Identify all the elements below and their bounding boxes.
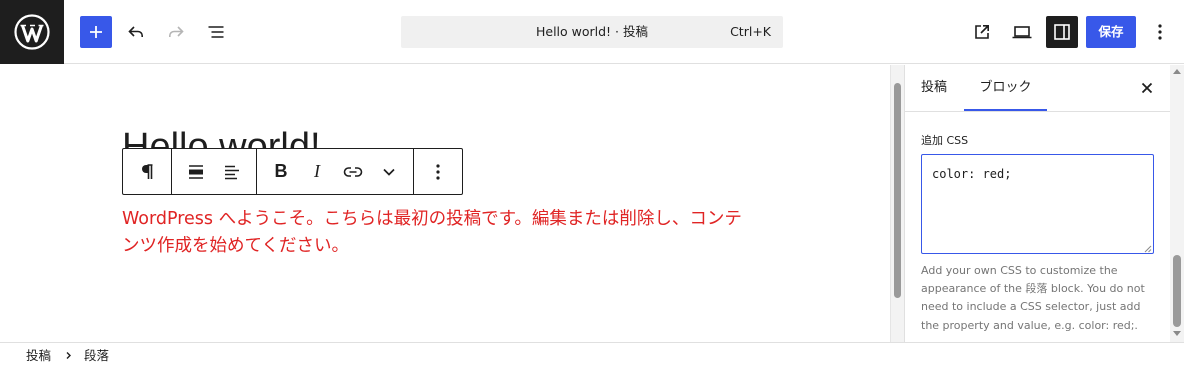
additional-css-input[interactable]: color: red; — [921, 154, 1154, 254]
block-type-group — [123, 149, 172, 194]
block-options-button[interactable] — [420, 149, 456, 194]
close-icon — [1141, 82, 1153, 94]
editor-canvas: Hello world! B I WordPress へようこそ。こちらは最初の… — [0, 65, 890, 342]
view-post-button[interactable] — [966, 16, 998, 48]
redo-icon — [169, 26, 184, 37]
block-options-group — [414, 149, 462, 194]
resize-handle-icon[interactable] — [1143, 244, 1152, 253]
settings-toggle-button[interactable] — [1046, 16, 1078, 48]
align-left-icon[interactable] — [214, 149, 250, 194]
link-icon — [343, 166, 363, 177]
additional-css-label: 追加 CSS — [921, 134, 969, 147]
sidebar-toggle-icon — [1054, 24, 1070, 40]
chevron-down-icon — [383, 168, 395, 176]
add-block-button[interactable] — [80, 16, 112, 48]
save-button[interactable]: 保存 — [1086, 16, 1136, 48]
italic-label: I — [314, 161, 320, 181]
redo-button[interactable] — [160, 16, 192, 48]
paragraph-block[interactable]: WordPress へようこそ。こちらは最初の投稿です。編集または削除し、コンテ… — [122, 206, 742, 260]
command-palette-bar[interactable]: Hello world! · 投稿 Ctrl+K — [401, 16, 783, 48]
command-shortcut: Ctrl+K — [730, 24, 771, 39]
chevron-right-icon — [66, 352, 71, 359]
breadcrumb-post[interactable]: 投稿 — [26, 343, 51, 367]
canvas-scrollbar-thumb[interactable] — [894, 83, 901, 298]
sidebar-scrollbar[interactable] — [1170, 65, 1184, 342]
undo-icon — [128, 26, 143, 37]
settings-sidebar: 投稿 ブロック 追加 CSS color: red; Add your own … — [904, 65, 1170, 342]
document-title: Hello world! · 投稿 — [535, 24, 648, 39]
breadcrumb: 投稿 段落 — [0, 342, 1184, 367]
canvas-scrollbar[interactable] — [890, 65, 904, 342]
scroll-down-arrow-icon[interactable] — [1173, 331, 1181, 336]
block-toolbar: B I — [122, 148, 463, 195]
alignment-group — [172, 149, 257, 194]
link-button[interactable] — [335, 149, 371, 194]
close-sidebar-button[interactable] — [1133, 74, 1161, 102]
external-link-icon — [975, 25, 989, 39]
options-menu-button[interactable] — [1144, 16, 1176, 48]
more-vertical-icon — [1158, 24, 1162, 40]
formatting-group: B I — [257, 149, 414, 194]
more-formats-button[interactable] — [371, 149, 407, 194]
bold-label: B — [274, 161, 288, 181]
more-vertical-icon — [436, 163, 440, 180]
editor-header: Hello world! · 投稿 Ctrl+K 保存 — [0, 0, 1184, 64]
plus-icon — [90, 26, 102, 38]
tab-post[interactable]: 投稿 — [921, 65, 947, 111]
sidebar-scrollbar-thumb[interactable] — [1173, 255, 1181, 327]
tab-divider — [905, 111, 1170, 112]
wordpress-logo-icon[interactable] — [0, 0, 64, 64]
scroll-up-arrow-icon[interactable] — [1173, 69, 1181, 74]
laptop-icon — [1012, 26, 1032, 39]
preview-button[interactable] — [1006, 16, 1038, 48]
paragraph-icon[interactable] — [129, 149, 165, 194]
bold-button[interactable]: B — [263, 149, 299, 194]
align-center-icon[interactable] — [178, 149, 214, 194]
document-overview-button[interactable] — [200, 16, 232, 48]
italic-button[interactable]: I — [299, 149, 335, 194]
tab-block[interactable]: ブロック — [964, 65, 1047, 111]
undo-button[interactable] — [120, 16, 152, 48]
breadcrumb-paragraph[interactable]: 段落 — [84, 343, 109, 367]
list-view-icon — [208, 26, 224, 38]
css-help-text: Add your own CSS to customize the appear… — [921, 264, 1145, 332]
